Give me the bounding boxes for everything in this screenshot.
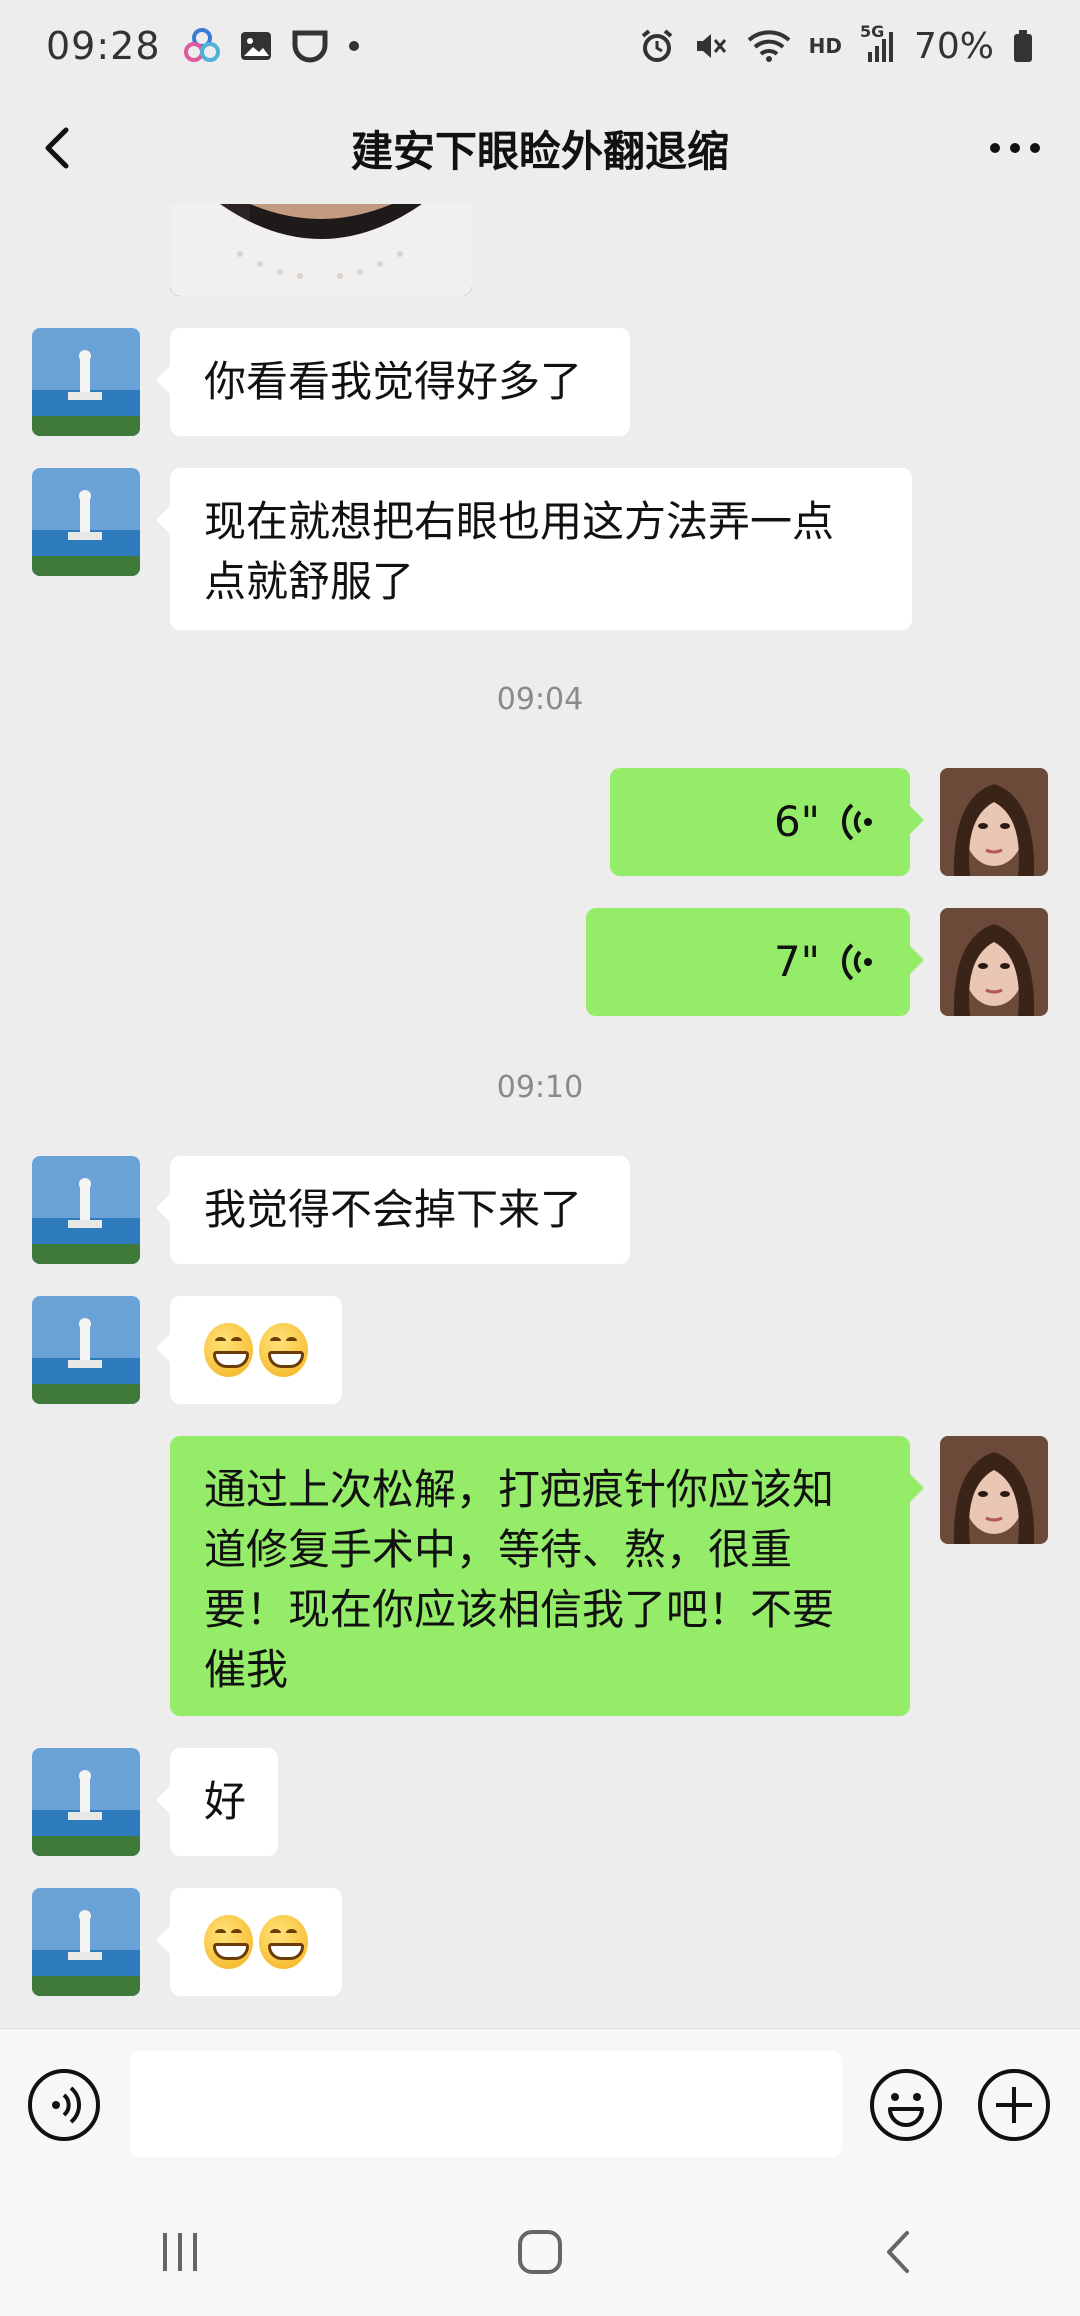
home-button[interactable] [500, 2222, 580, 2282]
contact-avatar[interactable] [32, 468, 140, 576]
more-functions-button[interactable] [976, 2067, 1052, 2143]
incoming-message[interactable]: 好 [156, 1748, 278, 1856]
nav-back-button[interactable] [860, 2222, 940, 2282]
grin-emoji-icon [259, 1323, 308, 1377]
chat-title: 建安下眼睑外翻退缩 [350, 126, 729, 176]
chat-message-list[interactable]: 你看看我觉得好多了 现在就想把右眼也用这方法弄一点 点就舒服了 09:04 6"… [0, 204, 1080, 2028]
status-time: 09:28 [46, 24, 161, 68]
contact-avatar[interactable] [32, 1888, 140, 1996]
voice-mode-button[interactable] [26, 2067, 102, 2143]
chat-header: 建安下眼睑外翻退缩 [0, 92, 1080, 204]
pinwheel-icon [183, 27, 221, 65]
message-input[interactable] [130, 2051, 842, 2157]
emoji-button[interactable] [868, 2067, 944, 2143]
contact-avatar[interactable] [32, 1748, 140, 1856]
dot-icon [347, 39, 361, 53]
notification-icons [183, 27, 361, 65]
battery-level: 70% [913, 25, 994, 67]
image-message[interactable] [170, 204, 472, 296]
signal-type: 5G [859, 22, 885, 41]
user-avatar[interactable] [940, 908, 1048, 1016]
battery-icon [1012, 28, 1034, 64]
back-button[interactable] [30, 118, 90, 178]
user-avatar[interactable] [940, 768, 1048, 876]
voice-message[interactable]: 7" [586, 908, 924, 1016]
network-type: HD [808, 34, 842, 58]
gallery-icon [239, 29, 273, 63]
incoming-message[interactable]: 我觉得不会掉下来了 [156, 1156, 630, 1264]
user-avatar[interactable] [940, 1436, 1048, 1544]
voice-message[interactable]: 6" [610, 768, 924, 876]
voice-duration: 6" [773, 797, 820, 846]
system-indicators: HD 5G 70% [639, 22, 1034, 67]
contact-avatar[interactable] [32, 328, 140, 436]
wifi-icon [747, 28, 791, 64]
chevron-left-icon [45, 127, 69, 169]
plus-icon [978, 2069, 1050, 2141]
mute-icon [693, 28, 729, 64]
contact-avatar[interactable] [32, 1296, 140, 1404]
shield-icon [291, 27, 329, 65]
incoming-message[interactable] [156, 1888, 342, 1996]
emoji-icon [870, 2069, 942, 2141]
message-timestamp: 09:04 [496, 682, 584, 717]
system-nav-bar [0, 2188, 1080, 2316]
photo-thumbnail [170, 204, 472, 296]
grin-emoji-icon [259, 1915, 308, 1969]
alarm-icon [639, 28, 675, 64]
incoming-message[interactable]: 你看看我觉得好多了 [156, 328, 630, 436]
back-icon [887, 2231, 909, 2273]
incoming-message[interactable] [156, 1296, 342, 1404]
incoming-message[interactable]: 现在就想把右眼也用这方法弄一点 点就舒服了 [156, 468, 912, 630]
voice-mode-icon [28, 2069, 100, 2141]
status-bar: 09:28 HD 5G 70% [0, 0, 1080, 92]
more-button[interactable] [980, 118, 1050, 178]
voice-duration: 7" [773, 937, 820, 986]
grin-emoji-icon [204, 1915, 253, 1969]
recents-button[interactable] [140, 2222, 220, 2282]
recents-icon [163, 2233, 197, 2271]
input-bar [0, 2028, 1080, 2188]
voice-wave-icon [841, 943, 872, 981]
more-dots-icon [990, 143, 1040, 153]
grin-emoji-icon [204, 1323, 253, 1377]
contact-avatar[interactable] [32, 1156, 140, 1264]
message-timestamp: 09:10 [496, 1070, 584, 1105]
voice-wave-icon [841, 803, 872, 841]
home-icon [518, 2230, 562, 2274]
outgoing-message[interactable]: 通过上次松解，打疤痕针你应该知 道修复手术中，等待、熬，很重 要！现在你应该相信… [170, 1436, 924, 1716]
